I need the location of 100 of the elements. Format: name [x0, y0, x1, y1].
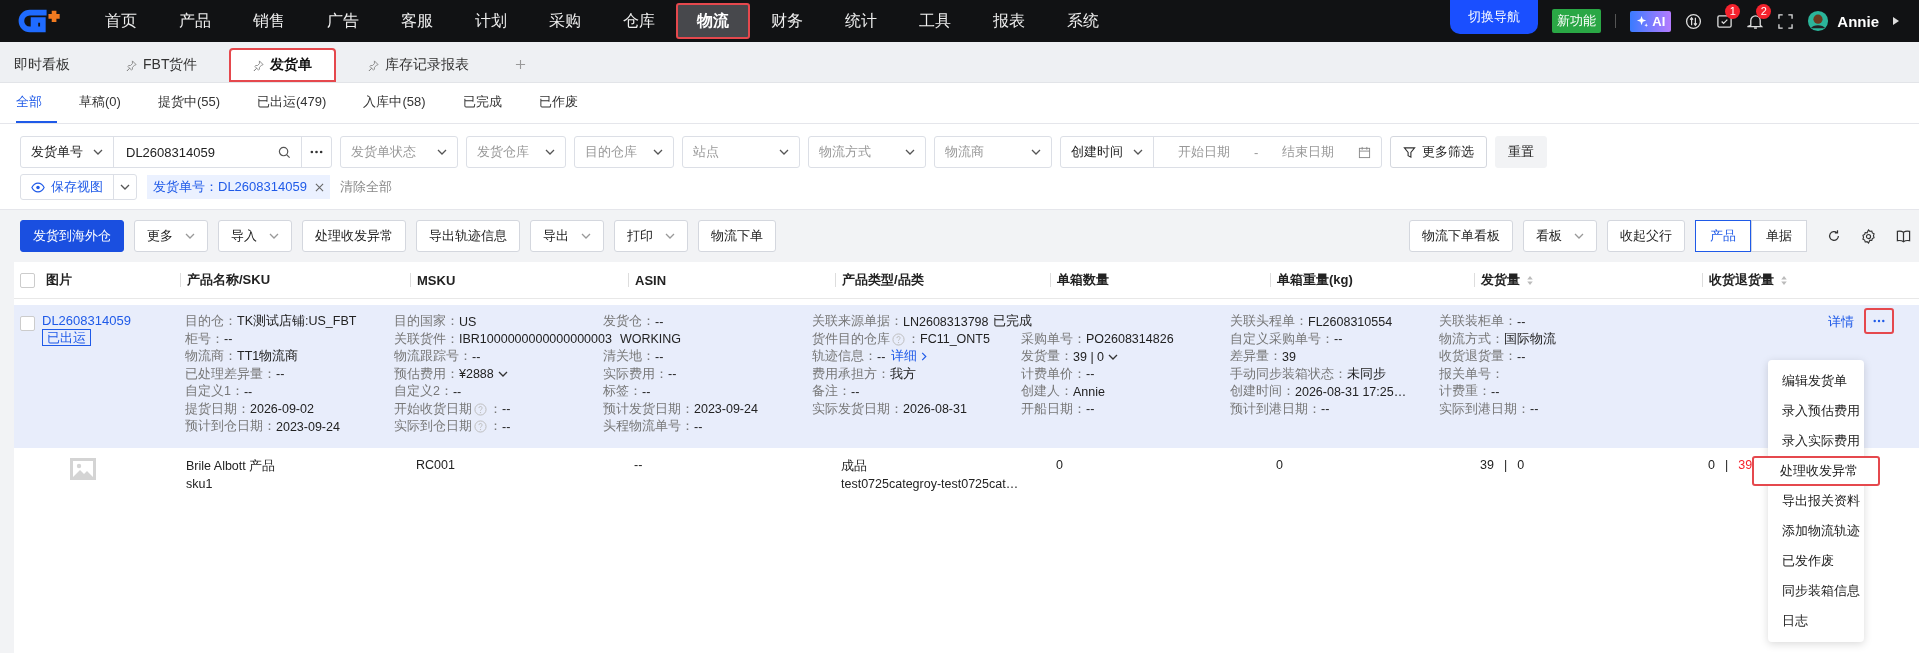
toolbar-button[interactable]: 处理收发异常	[302, 220, 406, 252]
toolbar-button[interactable]: 发货到海外仓	[20, 220, 124, 252]
more-actions-button[interactable]	[1864, 308, 1894, 334]
user-name[interactable]: Annie	[1837, 12, 1879, 30]
avatar-icon[interactable]	[1807, 10, 1830, 32]
page-tab[interactable]: 库存记录报表	[344, 48, 494, 82]
column-header[interactable]: 收货退货量	[1709, 271, 1788, 289]
close-icon[interactable]	[314, 182, 324, 192]
status-tab[interactable]: 全部	[16, 83, 57, 123]
nav-item[interactable]: 产品	[158, 3, 232, 39]
field-label: 标签：	[603, 383, 642, 401]
field-label: 自定义1：	[185, 383, 244, 401]
field-value: 2023-09-24	[276, 419, 340, 434]
nav-item[interactable]: 采购	[528, 3, 602, 39]
shipment-id-link[interactable]: DL2608314059	[42, 313, 131, 328]
field-value: --	[668, 367, 677, 382]
status-tab[interactable]: 已完成	[462, 83, 517, 123]
field-value: --	[1334, 332, 1343, 347]
status-tab[interactable]: 已作废	[538, 83, 593, 123]
table-cell: --	[634, 457, 643, 472]
nav-item[interactable]: 财务	[750, 3, 824, 39]
switch-nav-button[interactable]: 切换导航	[1450, 0, 1539, 34]
search-type-select[interactable]: 发货单号	[21, 137, 114, 167]
checkbox[interactable]	[20, 272, 35, 288]
field-label: 目的仓：	[185, 313, 237, 331]
calendar-icon	[1358, 145, 1372, 159]
field-label: 采购单号：	[1021, 330, 1086, 348]
nav-item[interactable]: 计划	[454, 3, 528, 39]
menu-item[interactable]: 添加物流轨迹	[1768, 516, 1864, 546]
reset-button[interactable]: 重置	[1495, 136, 1548, 168]
nav-item[interactable]: 系统	[1046, 3, 1120, 39]
field-value: --	[472, 349, 481, 364]
filter-icon	[1403, 145, 1417, 159]
chevron-icon	[1031, 149, 1041, 155]
book-icon[interactable]	[1896, 228, 1911, 244]
field-label: 物流跟踪号：	[394, 348, 472, 366]
column-header[interactable]: 发货量	[1481, 271, 1534, 289]
field-label: 关联货件：	[394, 330, 459, 348]
field-value: US	[459, 314, 477, 329]
more-icon[interactable]	[310, 150, 323, 154]
menu-item[interactable]: 同步装箱信息	[1768, 576, 1864, 606]
fullscreen-icon[interactable]	[1778, 13, 1794, 29]
search-icon[interactable]	[278, 145, 291, 159]
field-value: --	[694, 419, 703, 434]
toolbar-button[interactable]: 物流下单	[698, 220, 776, 252]
toolbar-button[interactable]: 导入	[218, 220, 292, 252]
settings-icon[interactable]	[1861, 228, 1876, 244]
page-tab[interactable]: FBT货件	[102, 48, 222, 82]
checkbox[interactable]	[20, 316, 35, 331]
toolbar-button[interactable]: 打印	[614, 220, 688, 252]
view-toggle[interactable]: 产品	[1695, 220, 1751, 252]
toolbar-button[interactable]: 看板	[1523, 220, 1597, 252]
field-value: --	[642, 384, 651, 399]
chevron-icon	[581, 233, 591, 239]
page-tab[interactable]: 即时看板	[12, 48, 94, 82]
nav-item[interactable]: 客服	[380, 3, 454, 39]
nav-item[interactable]: 物流	[676, 3, 750, 39]
field-value: --	[1530, 402, 1539, 417]
toolbar-button[interactable]: 收起父行	[1607, 220, 1685, 252]
field-value: 2026-08-31	[903, 402, 967, 417]
status-tab[interactable]: 草稿(0)	[79, 83, 136, 123]
refresh-icon[interactable]	[1827, 229, 1841, 243]
field-value: --	[851, 384, 860, 399]
nav-item[interactable]: 仓库	[602, 3, 676, 39]
menu-item[interactable]: 录入预估费用	[1768, 396, 1864, 426]
page-tab[interactable]: 发货单	[229, 48, 337, 82]
field-value: --	[502, 419, 511, 434]
menu-item[interactable]: 导出报关资料	[1768, 486, 1864, 516]
returned-quantity: 39	[1738, 457, 1753, 472]
menu-item[interactable]: 处理收发异常	[1752, 456, 1880, 486]
menu-item[interactable]: 编辑发货单	[1768, 366, 1864, 396]
nav-item[interactable]: 工具	[898, 3, 972, 39]
toolbar-button[interactable]: 更多	[134, 220, 208, 252]
view-toggle[interactable]: 单据	[1751, 220, 1807, 252]
menu-item[interactable]: 日志	[1768, 606, 1864, 636]
nav-item[interactable]: 首页	[84, 3, 158, 39]
nav-item[interactable]: 广告	[306, 3, 380, 39]
field-value: 39	[1282, 349, 1296, 364]
status-tab[interactable]: 提货中(55)	[157, 83, 235, 123]
field-label: 报关单号：	[1439, 365, 1504, 383]
menu-item[interactable]: 录入实际费用	[1768, 426, 1864, 456]
toolbar-button[interactable]: 导出	[530, 220, 604, 252]
nav-item[interactable]: 报表	[972, 3, 1046, 39]
detail-link[interactable]: 详细	[891, 348, 928, 366]
status-tab[interactable]: 入库中(58)	[363, 83, 441, 123]
toolbar-button[interactable]: 物流下单看板	[1409, 220, 1513, 252]
menu-item[interactable]: 已发作废	[1768, 546, 1864, 576]
status-tab[interactable]: 已出运(479)	[257, 83, 342, 123]
field-value: --	[1517, 349, 1526, 364]
toolbar-button[interactable]: 导出轨迹信息	[416, 220, 520, 252]
image-placeholder-icon	[70, 457, 96, 480]
separator: |	[1724, 457, 1729, 472]
field-value: LN2608313798	[903, 314, 989, 329]
more-filters-button[interactable]: 更多筛选	[1390, 136, 1488, 168]
clear-all-link[interactable]: 清除全部	[339, 178, 392, 196]
detail-link[interactable]: 详情	[1828, 313, 1854, 331]
nav-item[interactable]: 统计	[824, 3, 898, 39]
date-range-field[interactable]: 创建时间 开始日期 - 结束日期	[1060, 136, 1383, 168]
field-value: --	[655, 349, 664, 364]
nav-item[interactable]: 销售	[232, 3, 306, 39]
